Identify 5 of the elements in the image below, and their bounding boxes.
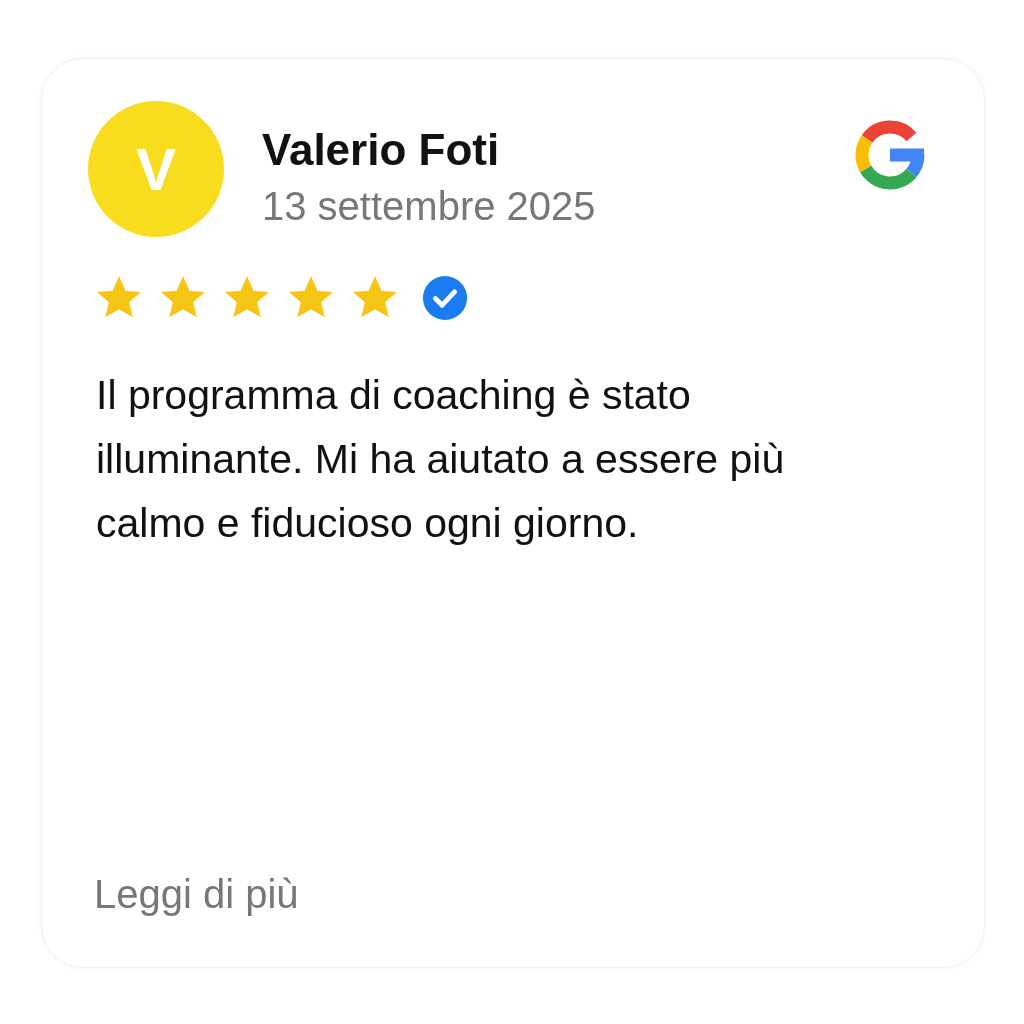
review-text: Il programma di coaching è stato illuminante. Mi ha aiutato a essere più calmo e fiducioso ogni giorno.: [96, 371, 786, 548]
read-more-link[interactable]: Leggi di più: [94, 872, 930, 917]
author-name: Valerio Foti: [262, 124, 501, 176]
avatar: V: [88, 101, 224, 237]
review-date: 13 settembre 2025: [262, 183, 597, 230]
